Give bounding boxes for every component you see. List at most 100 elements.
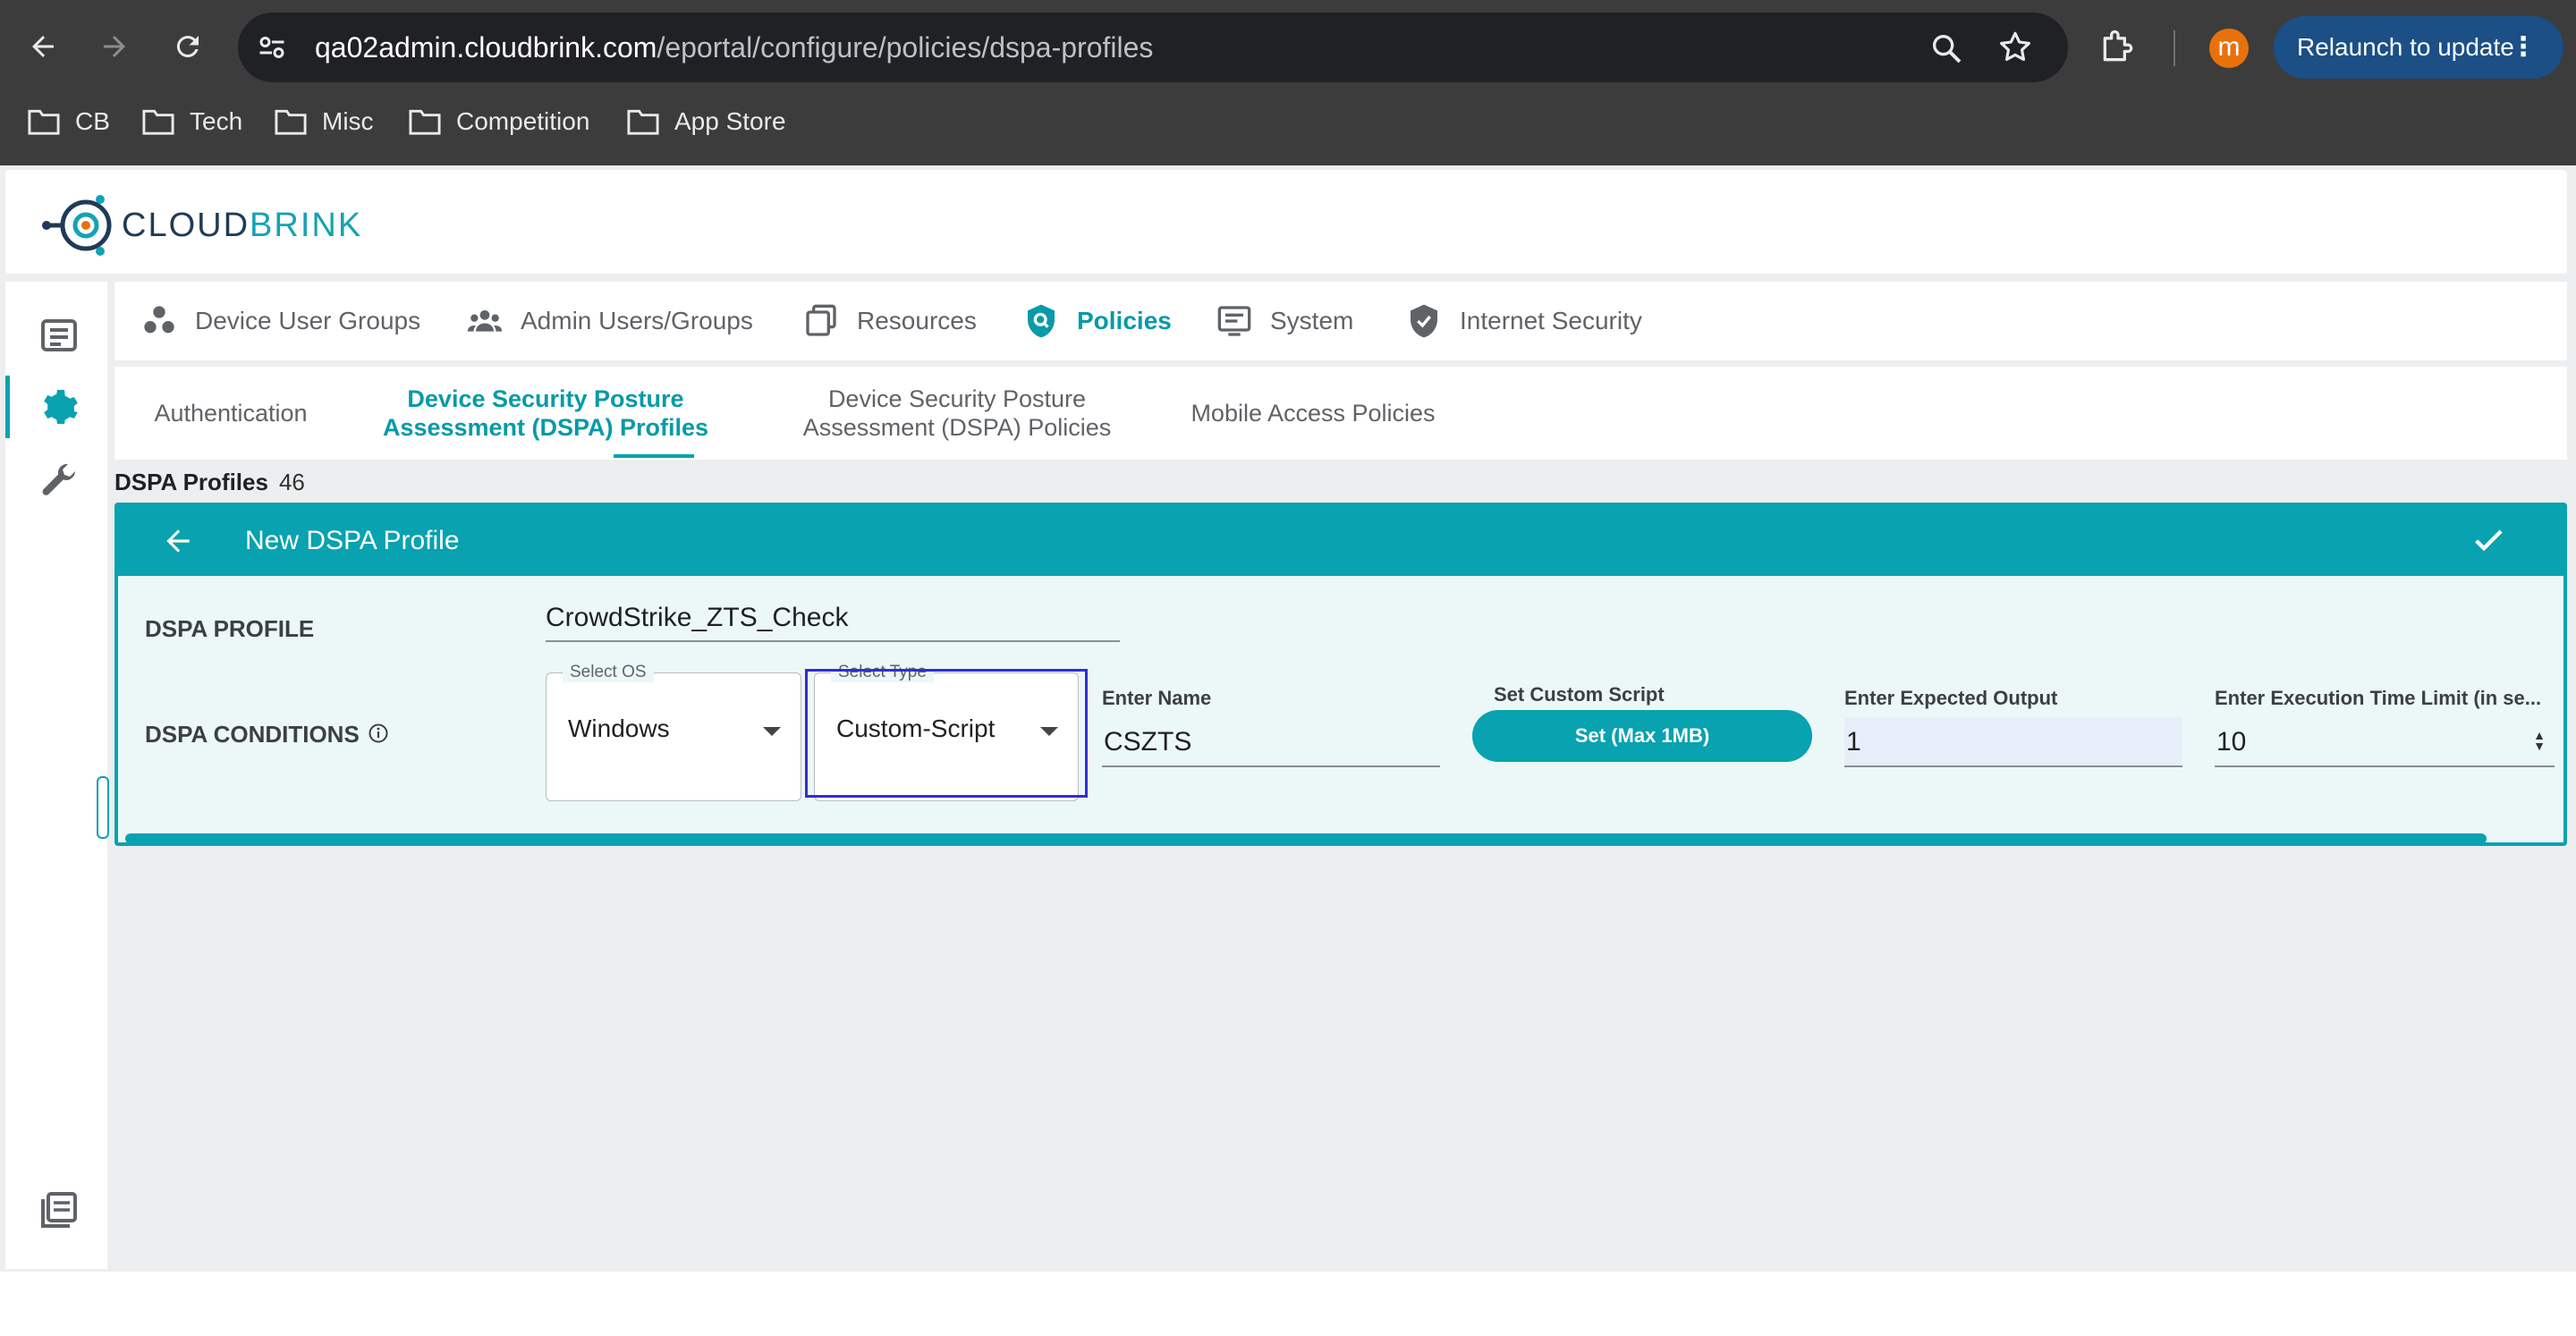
zoom-icon[interactable] bbox=[1928, 30, 1964, 66]
extensions-icon[interactable] bbox=[2098, 27, 2138, 66]
admin-users-icon bbox=[467, 310, 503, 332]
back-arrow-icon bbox=[32, 36, 54, 57]
rail-resize-handle[interactable] bbox=[97, 776, 109, 839]
bookmark-label: Tech bbox=[190, 107, 243, 135]
rail-configure-gear-icon[interactable] bbox=[38, 387, 80, 430]
bookmarks-bar: CB Tech Misc Competition App Store bbox=[0, 97, 2576, 147]
subtab-mobile-access-policies[interactable]: Mobile Access Policies bbox=[1179, 367, 1447, 460]
rail-active-indicator bbox=[5, 376, 10, 438]
expected-output-input[interactable]: 1 bbox=[1844, 717, 2182, 767]
folder-icon bbox=[142, 109, 174, 135]
dspa-profile-name-value: CrowdStrike_ZTS_Check bbox=[546, 603, 849, 632]
profiles-count: DSPA Profiles 46 bbox=[114, 469, 305, 499]
enter-name-label: Enter Name bbox=[1102, 687, 1212, 709]
tab-admin-users-groups[interactable]: Admin Users/Groups bbox=[467, 282, 753, 360]
top-nav-tabs: Device User Groups Admin Users/Groups Re… bbox=[114, 282, 2567, 360]
subtab-label-line2: Assessment (DSPA) Policies bbox=[802, 414, 1112, 441]
card-header: New DSPA Profile bbox=[118, 506, 2563, 576]
subtab-label-line1: Device Security Posture bbox=[407, 385, 684, 412]
internet-security-shield-icon bbox=[1411, 304, 1437, 338]
confirm-check-icon[interactable] bbox=[2470, 522, 2506, 558]
select-type-focus-outline bbox=[805, 669, 1088, 798]
reload-button[interactable] bbox=[163, 21, 213, 72]
left-nav-rail bbox=[5, 282, 107, 1269]
address-bar[interactable]: qa02admin.cloudbrink.com/eportal/configu… bbox=[238, 13, 2068, 82]
tab-label: System bbox=[1270, 307, 1354, 334]
tab-policies[interactable]: Policies bbox=[1023, 282, 1172, 360]
card-title: New DSPA Profile bbox=[245, 526, 460, 555]
url-host: qa02admin.cloudbrink.com bbox=[315, 31, 657, 63]
select-os-dropdown[interactable]: Select OS Windows bbox=[546, 663, 801, 801]
subtab-label-line2: Assessment (DSPA) Profiles bbox=[382, 414, 709, 441]
tab-label: Resources bbox=[857, 307, 977, 334]
folder-icon bbox=[627, 109, 659, 135]
rail-dashboard-icon[interactable] bbox=[38, 314, 80, 357]
more-menu-icon[interactable]: ⋮ bbox=[2510, 16, 2537, 79]
dspa-profile-name-field[interactable]: CrowdStrike_ZTS_Check bbox=[546, 596, 1120, 642]
app-header: CLOUDBRINK bbox=[5, 170, 2567, 274]
number-spinner-icon[interactable]: ▲ ▼ bbox=[2533, 729, 2546, 752]
subtab-label-line1: Device Security Posture bbox=[827, 385, 1087, 412]
forward-arrow-icon bbox=[104, 36, 125, 57]
logo-text-brink: BRINK bbox=[250, 206, 363, 244]
bookmark-star-icon[interactable] bbox=[1996, 29, 2034, 66]
folder-icon bbox=[409, 109, 441, 135]
back-arrow-icon[interactable] bbox=[161, 524, 195, 558]
active-subtab-underline bbox=[614, 454, 694, 458]
bookmark-folder-misc[interactable]: Misc bbox=[274, 97, 374, 147]
bookmark-label: App Store bbox=[674, 107, 786, 135]
reload-icon bbox=[176, 36, 199, 58]
bookmark-folder-tech[interactable]: Tech bbox=[141, 97, 242, 147]
execution-time-input[interactable]: 10 ▲ ▼ bbox=[2215, 717, 2555, 767]
bookmark-label: Competition bbox=[456, 107, 590, 135]
tab-internet-security[interactable]: Internet Security bbox=[1406, 282, 1642, 360]
tab-system[interactable]: System bbox=[1216, 282, 1353, 360]
dspa-profile-label: DSPA PROFILE bbox=[145, 615, 315, 642]
url-text: qa02admin.cloudbrink.com/eportal/configu… bbox=[315, 13, 1153, 82]
rail-logs-icon[interactable] bbox=[38, 1188, 80, 1231]
cloudbrink-logo-icon bbox=[42, 195, 112, 256]
profiles-count-label: DSPA Profiles bbox=[114, 469, 268, 495]
bookmark-folder-competition[interactable]: Competition bbox=[408, 97, 589, 147]
toolbar-divider bbox=[2174, 30, 2175, 66]
groups-icon bbox=[144, 306, 174, 334]
tab-label: Policies bbox=[1077, 307, 1172, 334]
url-path: /eportal/configure/policies/dspa-profile… bbox=[657, 31, 1154, 63]
scrollbar-thumb[interactable] bbox=[125, 833, 2487, 842]
profile-avatar[interactable]: m bbox=[2209, 29, 2249, 68]
enter-name-input[interactable]: CSZTS bbox=[1102, 717, 1440, 767]
card-horizontal-scrollbar[interactable] bbox=[118, 832, 2563, 842]
tab-label: Internet Security bbox=[1460, 307, 1642, 334]
subtab-label: Authentication bbox=[154, 400, 308, 427]
folder-icon bbox=[28, 109, 60, 135]
info-icon[interactable] bbox=[368, 723, 389, 744]
bookmark-label: CB bbox=[75, 107, 110, 135]
tab-resources[interactable]: Resources bbox=[803, 282, 977, 360]
tab-label: Admin Users/Groups bbox=[521, 307, 753, 334]
relaunch-to-update-button[interactable]: Relaunch to update ⋮ bbox=[2274, 16, 2563, 79]
rail-tools-wrench-icon[interactable] bbox=[38, 459, 80, 502]
back-button[interactable] bbox=[18, 21, 68, 72]
logo-text-cloud: CLOUD bbox=[122, 206, 250, 244]
folder-icon bbox=[275, 109, 307, 135]
bookmark-label: Misc bbox=[322, 107, 374, 135]
subtab-dspa-policies[interactable]: Device Security Posture Assessment (DSPA… bbox=[778, 367, 1136, 460]
chevron-down-icon bbox=[763, 727, 781, 736]
tab-device-user-groups[interactable]: Device User Groups bbox=[141, 282, 420, 360]
subtab-dspa-profiles[interactable]: Device Security Posture Assessment (DSPA… bbox=[367, 367, 724, 460]
logo-wordmark: CLOUDBRINK bbox=[122, 207, 362, 245]
forward-button[interactable] bbox=[89, 21, 140, 72]
site-info-icon[interactable] bbox=[256, 31, 288, 63]
system-icon bbox=[1217, 306, 1251, 336]
expected-output-label: Enter Expected Output bbox=[1844, 687, 2058, 709]
policies-shield-icon bbox=[1028, 304, 1055, 338]
cloudbrink-logo[interactable]: CLOUDBRINK bbox=[41, 191, 362, 259]
set-custom-script-button[interactable]: Set (Max 1MB) bbox=[1472, 710, 1812, 762]
page-bottom bbox=[0, 1272, 2576, 1336]
profiles-count-value: 46 bbox=[278, 469, 305, 495]
select-os-legend: Select OS bbox=[563, 663, 654, 682]
bookmark-folder-app-store[interactable]: App Store bbox=[626, 97, 786, 147]
relaunch-label: Relaunch to update bbox=[2297, 33, 2514, 61]
subtab-authentication[interactable]: Authentication bbox=[132, 367, 329, 460]
bookmark-folder-cb[interactable]: CB bbox=[27, 97, 110, 147]
